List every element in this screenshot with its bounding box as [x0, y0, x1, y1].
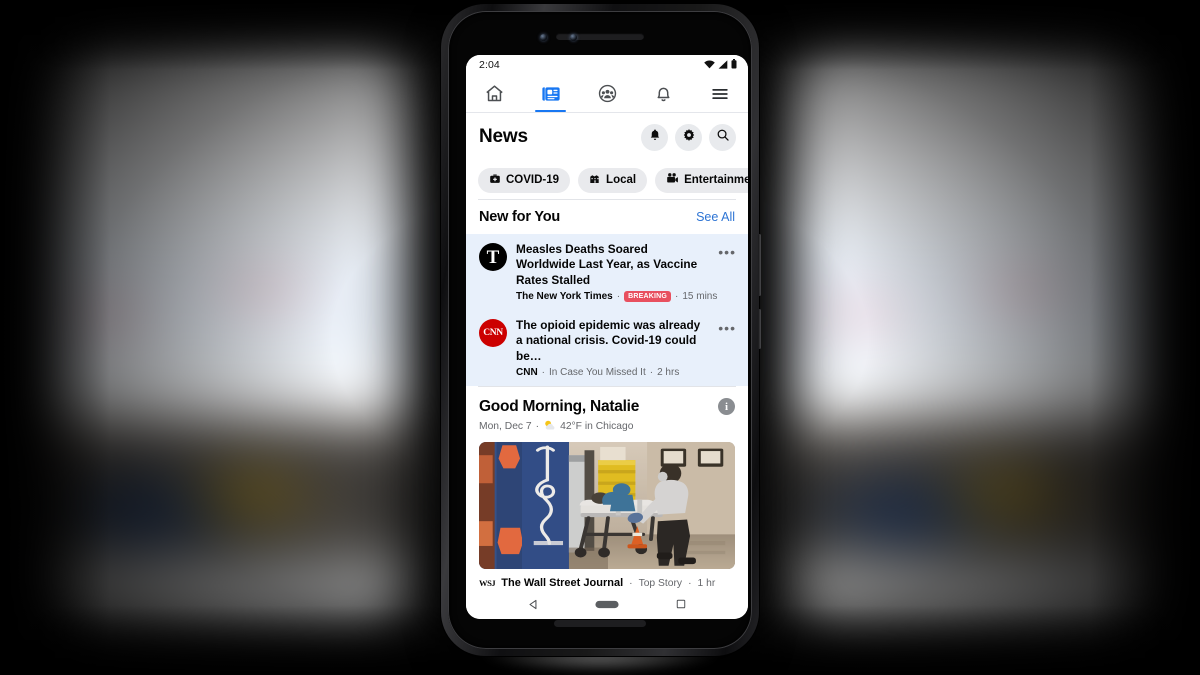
battery-icon: [731, 56, 737, 74]
tab-notifications[interactable]: [635, 75, 691, 112]
story-label: In Case You Missed It: [549, 366, 646, 378]
film-camera-icon: [666, 172, 679, 188]
settings-button[interactable]: [675, 123, 702, 151]
meta-separator: ·: [649, 366, 654, 378]
greeting-subtitle: Mon, Dec 7 · 42°F in Chicago: [479, 419, 735, 434]
header-actions: [641, 123, 736, 151]
top-story-image[interactable]: [479, 441, 735, 569]
search-icon: [716, 128, 730, 147]
chip-label: Local: [606, 174, 637, 186]
category-chip-row[interactable]: COVID-19 Local Entertainme: [466, 161, 748, 199]
recents-button[interactable]: [675, 598, 687, 610]
phone-device: 2:04 News COVID-19 Local Entertainme New…: [441, 4, 761, 656]
search-button[interactable]: [709, 123, 736, 151]
background-edge-left: [0, 0, 110, 675]
meta-separator: ·: [535, 420, 540, 432]
info-icon[interactable]: i: [718, 398, 735, 416]
tab-menu[interactable]: [692, 75, 748, 112]
tab-home[interactable]: [466, 75, 522, 112]
news-header: News: [466, 113, 748, 161]
new-for-you-header: New for You See All: [466, 200, 748, 234]
cnn-logo-icon: CNN: [479, 318, 507, 347]
android-navigation-bar: [466, 589, 748, 619]
story-time: 15 mins: [682, 290, 718, 302]
section-title: New for You: [479, 209, 561, 225]
notifications-button[interactable]: [641, 123, 668, 151]
status-badge: BREAKING: [624, 290, 671, 302]
chip-covid-19[interactable]: COVID-19: [478, 167, 571, 193]
home-pill-button[interactable]: [594, 598, 620, 611]
story-meta: CNN · In Case You Missed It · 2 hrs: [516, 367, 705, 378]
wsj-logo-icon: WSJ: [479, 578, 496, 588]
app-tab-bar: [466, 75, 748, 113]
publisher-name[interactable]: The Wall Street Journal: [501, 577, 623, 589]
bottom-speaker: [554, 620, 646, 627]
chip-label: Entertainment: [684, 174, 748, 186]
list-item[interactable]: T Measles Deaths Soared Worldwide Last Y…: [466, 234, 748, 310]
power-button[interactable]: [758, 234, 761, 296]
story-more-options-button[interactable]: •••: [714, 318, 738, 335]
medical-bag-icon: [489, 173, 501, 188]
greeting-section: Good Morning, Natalie i Mon, Dec 7 · 42°…: [466, 386, 748, 434]
top-story-attribution: WSJ The Wall Street Journal · Top Story …: [466, 569, 748, 589]
phone-bezel: 2:04 News COVID-19 Local Entertainme New…: [448, 11, 752, 649]
cellular-signal-icon: [718, 56, 728, 74]
volume-button[interactable]: [758, 309, 761, 349]
meta-separator: ·: [688, 577, 692, 589]
page-title: News: [479, 126, 528, 147]
story-list: T Measles Deaths Soared Worldwide Last Y…: [466, 234, 748, 386]
status-time: 2:04: [479, 59, 500, 71]
meta-separator: ·: [675, 290, 679, 302]
back-button[interactable]: [527, 598, 540, 611]
chip-entertainment[interactable]: Entertainment: [655, 167, 748, 193]
story-label: Top Story: [638, 577, 683, 589]
bell-filled-icon: [648, 128, 662, 147]
status-bar: 2:04: [466, 55, 748, 75]
story-headline[interactable]: The opioid epidemic was already a nation…: [516, 318, 705, 364]
greeting-date: Mon, Dec 7: [479, 420, 532, 432]
phone-screen: 2:04 News COVID-19 Local Entertainme New…: [466, 55, 748, 619]
nyt-logo-icon: T: [479, 243, 507, 271]
front-sensor-icon: [570, 34, 577, 41]
story-source: CNN: [516, 366, 538, 378]
list-item[interactable]: CNN The opioid epidemic was already a na…: [466, 310, 748, 386]
gear-icon: [682, 128, 696, 147]
chip-label: COVID-19: [506, 174, 560, 186]
tab-news[interactable]: [522, 75, 578, 112]
background-edge-right: [1090, 0, 1200, 675]
wifi-icon: [704, 56, 715, 74]
local-building-icon: [589, 173, 601, 188]
chip-local[interactable]: Local: [578, 167, 648, 193]
story-source: The New York Times: [516, 290, 613, 302]
meta-separator: ·: [616, 290, 621, 302]
story-time: 2 hrs: [657, 366, 680, 378]
greeting-title: Good Morning, Natalie: [479, 397, 640, 415]
meta-separator: ·: [629, 577, 633, 589]
front-camera-icon: [540, 34, 547, 41]
tab-groups[interactable]: [579, 75, 635, 112]
story-meta: The New York Times · BREAKING · 15 mins: [516, 290, 717, 302]
meta-separator: ·: [541, 366, 546, 378]
story-more-options-button[interactable]: •••: [714, 242, 738, 259]
story-headline[interactable]: Measles Deaths Soared Worldwide Last Yea…: [516, 242, 705, 288]
partly-cloudy-icon: [543, 419, 556, 434]
weather-text: 42°F in Chicago: [560, 420, 634, 432]
see-all-link[interactable]: See All: [696, 210, 735, 224]
story-time: 1 hr: [697, 577, 716, 589]
